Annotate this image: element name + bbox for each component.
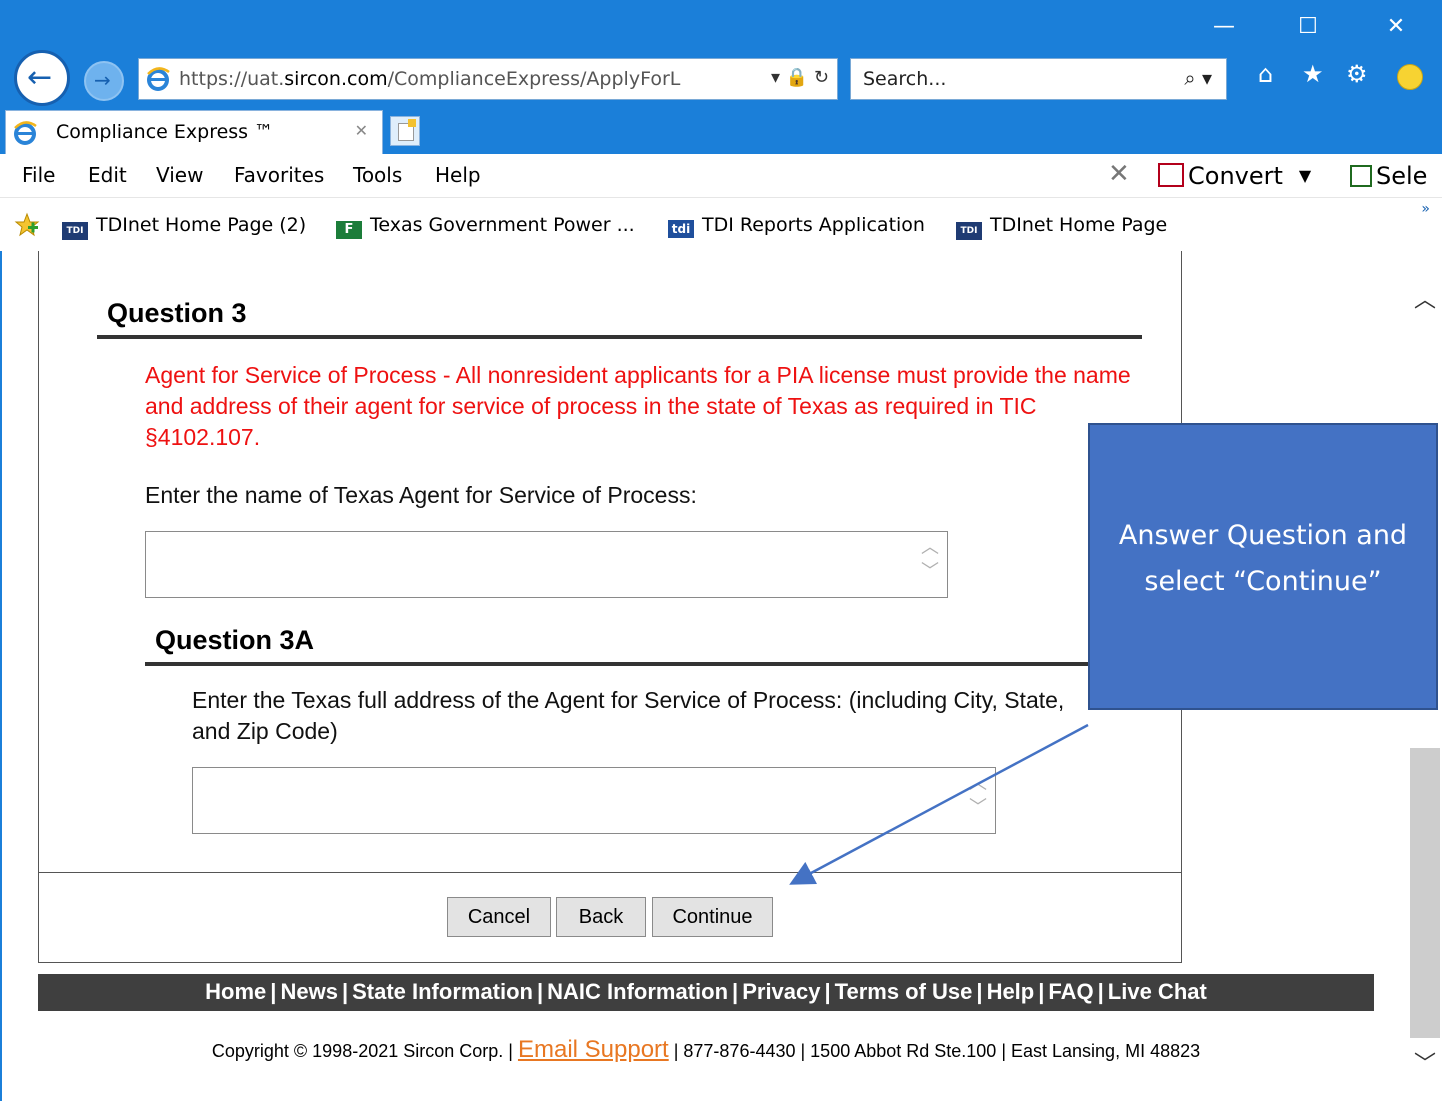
textarea-scroll-arrows[interactable]: ︿ ﹀: [963, 772, 993, 820]
smiley-feedback-icon[interactable]: [1397, 64, 1423, 90]
pdf-icon: [1158, 163, 1184, 187]
footer-link-home[interactable]: Home: [205, 979, 266, 1004]
close-window-button[interactable]: ✕: [1376, 14, 1416, 40]
back-button[interactable]: Back: [556, 897, 646, 937]
menu-favorites[interactable]: Favorites: [234, 163, 324, 187]
cancel-button[interactable]: Cancel: [447, 897, 551, 937]
footer-link-help[interactable]: Help: [987, 979, 1035, 1004]
footer-link-live-chat[interactable]: Live Chat: [1108, 979, 1207, 1004]
question-3a-rule: [145, 662, 1095, 666]
close-toolbar-icon[interactable]: ✕: [1108, 159, 1130, 189]
add-favorite-star-icon[interactable]: [14, 212, 40, 238]
select-button[interactable]: Sele: [1350, 162, 1427, 190]
tdi-icon: TDI: [956, 222, 982, 240]
footer-link-terms-of-use[interactable]: Terms of Use: [835, 979, 973, 1004]
maximize-button[interactable]: ☐: [1288, 14, 1328, 40]
email-support-link[interactable]: Email Support: [518, 1036, 669, 1063]
footer-link-faq[interactable]: FAQ: [1048, 979, 1093, 1004]
new-tab-button[interactable]: [390, 116, 420, 146]
chevron-down-icon[interactable]: ▼: [1299, 166, 1311, 185]
footer-link-naic-information[interactable]: NAIC Information: [547, 979, 728, 1004]
footer-link-state-information[interactable]: State Information: [352, 979, 533, 1004]
favorites-star-icon[interactable]: ★: [1302, 60, 1324, 88]
menu-help[interactable]: Help: [435, 163, 481, 187]
scroll-up-icon[interactable]: ︿: [1408, 282, 1442, 314]
agent-name-textarea[interactable]: [145, 531, 948, 598]
more-favorites-icon[interactable]: »: [1421, 201, 1430, 217]
favorite-link[interactable]: F Texas Government Power ...: [336, 214, 635, 239]
url-text[interactable]: https://uat.sircon.com/ComplianceExpress…: [179, 68, 680, 90]
forward-button[interactable]: →: [84, 61, 124, 101]
window-border: [0, 251, 2, 1101]
form-container: [38, 251, 1182, 963]
select-icon: [1350, 165, 1372, 187]
continue-button[interactable]: Continue: [652, 897, 773, 937]
forms-icon: F: [336, 221, 362, 239]
footer-link-privacy[interactable]: Privacy: [742, 979, 820, 1004]
minimize-button[interactable]: —: [1204, 14, 1244, 40]
arrow-right-icon: →: [94, 68, 111, 92]
ie-logo-icon: [145, 66, 171, 97]
favorite-link[interactable]: TDI TDInet Home Page: [956, 214, 1167, 240]
tab-title: Compliance Express ™: [56, 121, 274, 143]
convert-pdf-button[interactable]: Convert ▼: [1158, 162, 1311, 190]
address-bar[interactable]: https://uat.sircon.com/ComplianceExpress…: [138, 58, 838, 100]
tdi-icon: TDI: [62, 222, 88, 240]
question-3a-title: Question 3A: [155, 625, 315, 655]
agent-address-textarea[interactable]: [192, 767, 996, 834]
tab-row: Compliance Express ™ ✕: [0, 110, 1442, 154]
arrow-left-icon: ←: [27, 60, 53, 95]
menu-view[interactable]: View: [156, 163, 203, 187]
search-input[interactable]: Search...: [863, 68, 946, 90]
favorite-link[interactable]: tdi TDI Reports Application: [668, 214, 925, 238]
question-3-rule: [97, 335, 1142, 339]
footer-nav: Home | News | State Information | NAIC Informa…: [38, 974, 1374, 1011]
ie-logo-icon: [12, 120, 38, 151]
browser-title-bar: — ☐ ✕ ← → https://uat.sircon.com/Complia…: [0, 0, 1442, 154]
search-icon[interactable]: ⌕ ▾: [1184, 66, 1212, 90]
menu-bar: File Edit View Favorites Tools Help ✕ Co…: [0, 154, 1442, 198]
search-box[interactable]: Search... ⌕ ▾: [850, 58, 1227, 100]
footer-link-news[interactable]: News: [280, 979, 337, 1004]
favorites-bar: TDI TDInet Home Page (2) F Texas Governmen…: [0, 199, 1442, 251]
menu-tools[interactable]: Tools: [353, 163, 402, 187]
tab-compliance-express[interactable]: Compliance Express ™ ✕: [5, 110, 383, 154]
footer-links: Home | News | State Information | NAIC Informa…: [205, 979, 1207, 1004]
copyright-line: Copyright © 1998-2021 Sircon Corp. | Ema…: [211, 1036, 1201, 1063]
scroll-down-icon[interactable]: ﹀: [1408, 1046, 1442, 1078]
textarea-scroll-arrows[interactable]: ︿ ﹀: [915, 536, 945, 584]
question-3-title: Question 3: [107, 298, 247, 328]
question-3a-prompt: Enter the Texas full address of the Agen…: [192, 687, 1065, 744]
form-divider: [38, 872, 1182, 873]
callout-text: Answer Question and select “Continue”: [1118, 520, 1408, 597]
instruction-callout: Answer Question and select “Continue”: [1088, 423, 1438, 710]
gear-icon[interactable]: ⚙: [1346, 60, 1368, 88]
scrollbar-thumb[interactable]: [1410, 748, 1440, 1038]
back-button[interactable]: ←: [14, 50, 70, 106]
home-icon[interactable]: ⌂: [1258, 60, 1273, 88]
question-3-prompt: Enter the name of Texas Agent for Servic…: [145, 482, 697, 508]
menu-edit[interactable]: Edit: [88, 163, 127, 187]
question-3-notice: Agent for Service of Process - All nonre…: [145, 362, 1131, 450]
address-tools-icons[interactable]: ▾ 🔒 ↻: [771, 67, 829, 88]
favorite-link[interactable]: TDI TDInet Home Page (2): [62, 214, 306, 240]
tdi-reports-icon: tdi: [668, 220, 694, 238]
close-tab-icon[interactable]: ✕: [355, 121, 368, 140]
menu-file[interactable]: File: [22, 163, 55, 187]
